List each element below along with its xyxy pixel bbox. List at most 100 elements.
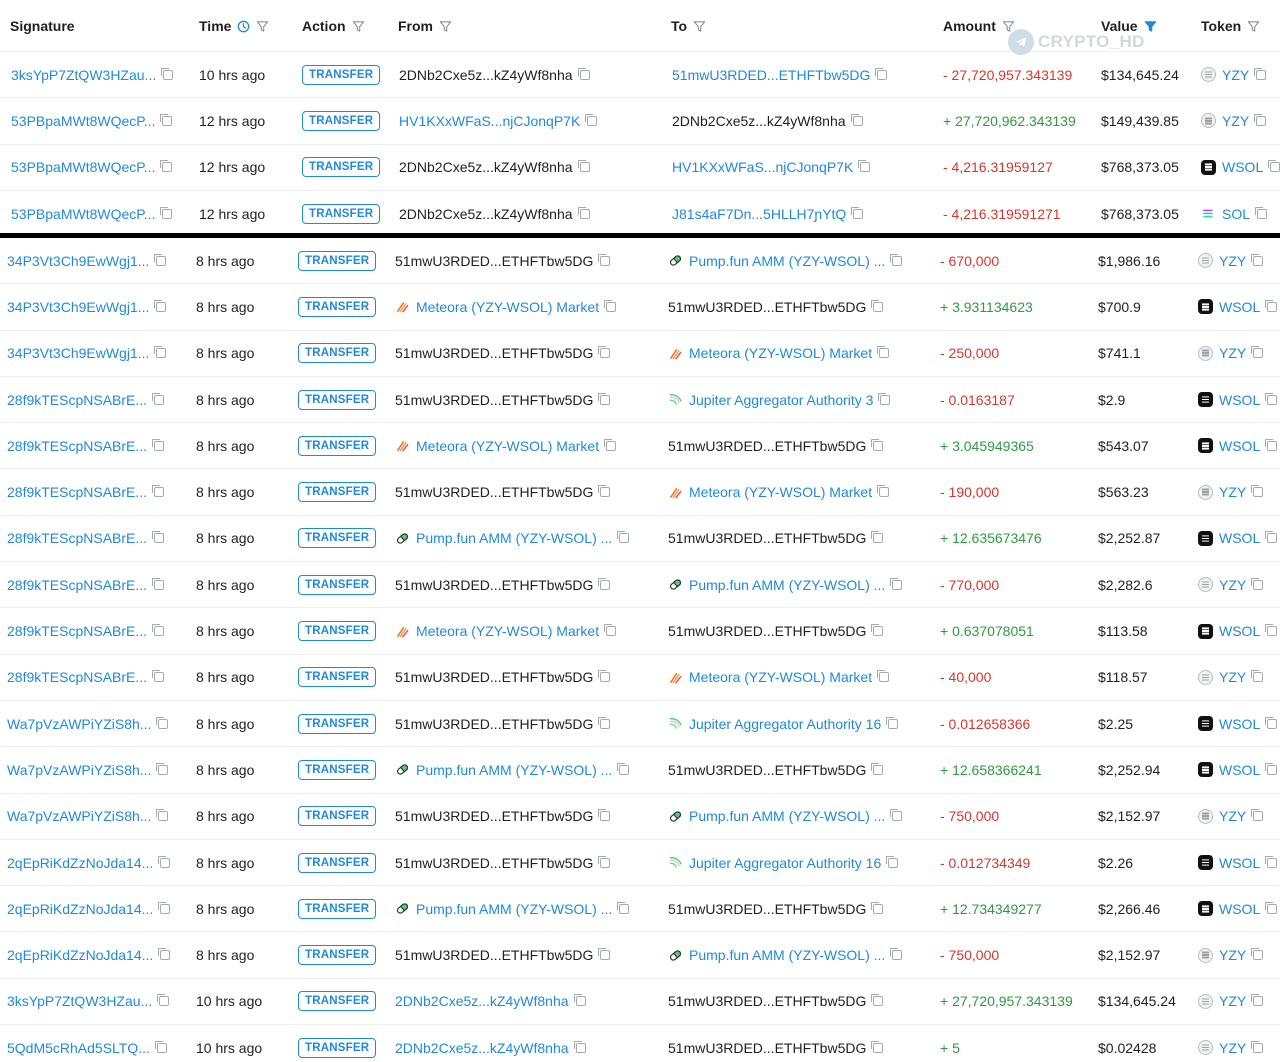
copy-icon[interactable] <box>1254 113 1267 126</box>
signature-link[interactable]: 53PBpaMWt8WQecP... <box>11 113 155 129</box>
copy-icon[interactable] <box>154 299 167 312</box>
token-link[interactable]: WSOL <box>1219 299 1260 315</box>
copy-icon[interactable] <box>1251 1040 1264 1053</box>
copy-icon[interactable] <box>877 485 890 498</box>
from-address[interactable]: Meteora (YZY-WSOL) Market <box>416 623 599 639</box>
copy-icon[interactable] <box>1251 485 1264 498</box>
copy-icon[interactable] <box>1251 670 1264 683</box>
to-address[interactable]: HV1KXxWFaS...njCJonqP7K <box>672 159 853 175</box>
copy-icon[interactable] <box>152 577 165 590</box>
signature-link[interactable]: 3ksYpP7ZtQW3HZau... <box>7 993 152 1009</box>
copy-icon[interactable] <box>890 577 903 590</box>
signature-link[interactable]: 2qEpRiKdZzNoJda14... <box>7 947 153 963</box>
copy-icon[interactable] <box>1251 948 1264 961</box>
token-link[interactable]: WSOL <box>1219 438 1260 454</box>
copy-icon[interactable] <box>1268 160 1280 173</box>
copy-icon[interactable] <box>890 809 903 822</box>
signature-link[interactable]: 28f9kTEScpNSABrE... <box>7 438 147 454</box>
copy-icon[interactable] <box>871 1040 884 1053</box>
copy-icon[interactable] <box>1251 253 1264 266</box>
copy-icon[interactable] <box>890 948 903 961</box>
copy-icon[interactable] <box>573 994 586 1007</box>
token-link[interactable]: WSOL <box>1219 716 1260 732</box>
copy-icon[interactable] <box>871 762 884 775</box>
token-link[interactable]: YZY <box>1219 808 1246 824</box>
copy-icon[interactable] <box>871 299 884 312</box>
copy-icon[interactable] <box>598 809 611 822</box>
copy-icon[interactable] <box>871 994 884 1007</box>
token-link[interactable]: WSOL <box>1219 762 1260 778</box>
signature-link[interactable]: 28f9kTEScpNSABrE... <box>7 392 147 408</box>
copy-icon[interactable] <box>598 577 611 590</box>
copy-icon[interactable] <box>1265 624 1278 637</box>
copy-icon[interactable] <box>1265 762 1278 775</box>
copy-icon[interactable] <box>598 346 611 359</box>
token-link[interactable]: WSOL <box>1219 623 1260 639</box>
copy-icon[interactable] <box>604 438 617 451</box>
from-address[interactable]: Pump.fun AMM (YZY-WSOL) ... <box>416 762 612 778</box>
from-address[interactable]: Meteora (YZY-WSOL) Market <box>416 438 599 454</box>
to-address[interactable]: Meteora (YZY-WSOL) Market <box>689 345 872 361</box>
copy-icon[interactable] <box>152 670 165 683</box>
token-link[interactable]: YZY <box>1219 669 1246 685</box>
copy-icon[interactable] <box>1255 206 1268 219</box>
to-address[interactable]: Pump.fun AMM (YZY-WSOL) ... <box>689 947 885 963</box>
copy-icon[interactable] <box>154 346 167 359</box>
to-address[interactable]: J81s4aF7Dn...5HLLH7ɲYtQ <box>672 206 846 222</box>
copy-icon[interactable] <box>160 113 173 126</box>
signature-link[interactable]: Wa7pVzAWPiYZiS8h... <box>7 808 151 824</box>
copy-icon[interactable] <box>152 438 165 451</box>
copy-icon[interactable] <box>1265 392 1278 405</box>
copy-icon[interactable] <box>878 392 891 405</box>
copy-icon[interactable] <box>877 670 890 683</box>
filter-token-icon[interactable] <box>1247 20 1260 33</box>
copy-icon[interactable] <box>156 716 169 729</box>
signature-link[interactable]: 28f9kTEScpNSABrE... <box>7 669 147 685</box>
copy-icon[interactable] <box>1265 855 1278 868</box>
signature-link[interactable]: 3ksYpP7ZtQW3HZau... <box>11 67 156 83</box>
copy-icon[interactable] <box>877 346 890 359</box>
to-address[interactable]: Meteora (YZY-WSOL) Market <box>689 484 872 500</box>
copy-icon[interactable] <box>598 716 611 729</box>
copy-icon[interactable] <box>886 855 899 868</box>
copy-icon[interactable] <box>1251 577 1264 590</box>
copy-icon[interactable] <box>871 901 884 914</box>
signature-link[interactable]: 53PBpaMWt8WQecP... <box>11 206 155 222</box>
from-address[interactable]: HV1KXxWFaS...njCJonqP7K <box>399 113 580 129</box>
token-link[interactable]: YZY <box>1222 67 1249 83</box>
copy-icon[interactable] <box>871 531 884 544</box>
copy-icon[interactable] <box>1265 299 1278 312</box>
token-link[interactable]: YZY <box>1219 993 1246 1009</box>
token-link[interactable]: SOL <box>1222 206 1250 222</box>
copy-icon[interactable] <box>160 160 173 173</box>
token-link[interactable]: WSOL <box>1219 901 1260 917</box>
filter-from-icon[interactable] <box>439 20 452 33</box>
to-address[interactable]: Pump.fun AMM (YZY-WSOL) ... <box>689 808 885 824</box>
signature-link[interactable]: 53PBpaMWt8WQecP... <box>11 159 155 175</box>
signature-link[interactable]: 34P3Vt3Ch9EwWgj1... <box>7 299 149 315</box>
copy-icon[interactable] <box>1265 901 1278 914</box>
signature-link[interactable]: 28f9kTEScpNSABrE... <box>7 484 147 500</box>
copy-icon[interactable] <box>1265 438 1278 451</box>
token-link[interactable]: WSOL <box>1219 530 1260 546</box>
filter-to-icon[interactable] <box>693 20 706 33</box>
copy-icon[interactable] <box>577 206 590 219</box>
copy-icon[interactable] <box>577 160 590 173</box>
signature-link[interactable]: 2qEpRiKdZzNoJda14... <box>7 855 153 871</box>
token-link[interactable]: YZY <box>1219 253 1246 269</box>
copy-icon[interactable] <box>1251 809 1264 822</box>
copy-icon[interactable] <box>1254 67 1267 80</box>
copy-icon[interactable] <box>152 392 165 405</box>
from-address[interactable]: Meteora (YZY-WSOL) Market <box>416 299 599 315</box>
copy-icon[interactable] <box>152 624 165 637</box>
copy-icon[interactable] <box>157 994 170 1007</box>
copy-icon[interactable] <box>850 113 863 126</box>
copy-icon[interactable] <box>158 901 171 914</box>
filter-time-icon[interactable] <box>256 20 269 33</box>
from-address[interactable]: 2DNb2Cxe5z...kZ4yWf8nha <box>395 993 569 1009</box>
copy-icon[interactable] <box>577 67 590 80</box>
token-link[interactable]: YZY <box>1222 113 1249 129</box>
copy-icon[interactable] <box>604 624 617 637</box>
token-link[interactable]: WSOL <box>1219 392 1260 408</box>
token-link[interactable]: YZY <box>1219 484 1246 500</box>
